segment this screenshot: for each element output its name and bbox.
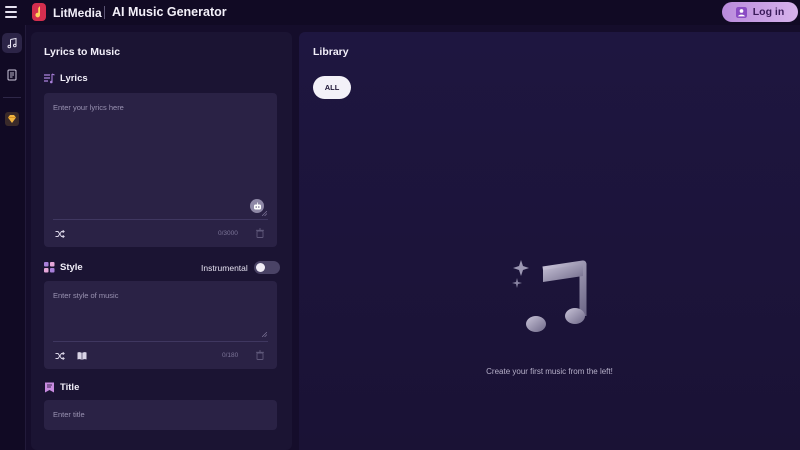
lyrics-label: Lyrics bbox=[60, 73, 88, 84]
filter-all-chip[interactable]: ALL bbox=[313, 76, 351, 99]
panel-title: Lyrics to Music bbox=[44, 46, 121, 58]
rail-document-button[interactable] bbox=[2, 65, 22, 85]
lyrics-icon bbox=[44, 73, 55, 84]
rail-music-button[interactable] bbox=[2, 33, 22, 53]
login-button[interactable]: Log in bbox=[722, 2, 798, 22]
library-panel: Library ALL Create your first music from… bbox=[299, 32, 800, 450]
style-divider bbox=[53, 341, 268, 342]
lyrics-field[interactable]: Enter your lyrics here 0/3000 bbox=[44, 93, 277, 247]
login-label: Log in bbox=[752, 6, 785, 18]
music-note-icon bbox=[7, 37, 17, 49]
library-empty-message: Create your first music from the left! bbox=[486, 367, 613, 376]
instrumental-control: Instrumental bbox=[201, 261, 280, 274]
user-icon bbox=[735, 6, 747, 18]
title-section-label: Title bbox=[44, 382, 79, 393]
shuffle-icon[interactable] bbox=[55, 229, 65, 239]
shuffle-icon[interactable] bbox=[55, 351, 65, 361]
style-counter: 0/180 bbox=[222, 352, 239, 359]
side-rail bbox=[0, 25, 26, 450]
trash-icon[interactable] bbox=[255, 228, 265, 238]
document-icon bbox=[7, 69, 17, 81]
style-label: Style bbox=[60, 262, 83, 273]
lyrics-placeholder: Enter your lyrics here bbox=[53, 103, 124, 112]
rail-divider bbox=[3, 97, 21, 98]
style-icon bbox=[44, 262, 55, 273]
litmedia-logo bbox=[32, 3, 46, 21]
robot-icon bbox=[253, 202, 261, 209]
top-bar: LitMedia AI Music Generator Log in bbox=[0, 0, 800, 25]
resize-handle[interactable] bbox=[262, 332, 267, 337]
resize-handle[interactable] bbox=[262, 211, 267, 216]
book-icon[interactable] bbox=[77, 351, 87, 361]
lyrics-to-music-panel: Lyrics to Music Lyrics Enter your lyrics… bbox=[31, 32, 292, 450]
rail-premium-button[interactable] bbox=[2, 109, 22, 129]
toggle-knob bbox=[255, 263, 265, 272]
app-title: AI Music Generator bbox=[112, 5, 227, 19]
title-icon bbox=[45, 382, 54, 393]
brand-divider bbox=[104, 6, 105, 19]
library-title: Library bbox=[313, 46, 349, 58]
music-sparkle-icon bbox=[512, 260, 587, 332]
lyrics-divider bbox=[53, 219, 268, 220]
lyrics-section-label: Lyrics bbox=[44, 73, 88, 84]
brand-name: LitMedia bbox=[53, 6, 102, 20]
title-field[interactable]: Enter title bbox=[44, 400, 277, 430]
style-placeholder: Enter style of music bbox=[53, 291, 119, 300]
title-label: Title bbox=[60, 382, 80, 393]
style-section-label: Style bbox=[44, 262, 83, 273]
lyrics-counter: 0/3000 bbox=[218, 230, 238, 237]
menu-icon[interactable] bbox=[5, 6, 17, 18]
style-field[interactable]: Enter style of music 0/180 bbox=[44, 281, 277, 369]
title-placeholder: Enter title bbox=[53, 410, 85, 419]
instrumental-toggle[interactable] bbox=[253, 261, 280, 274]
instrumental-label: Instrumental bbox=[201, 262, 248, 273]
trash-icon[interactable] bbox=[255, 350, 265, 360]
diamond-icon bbox=[5, 112, 19, 126]
